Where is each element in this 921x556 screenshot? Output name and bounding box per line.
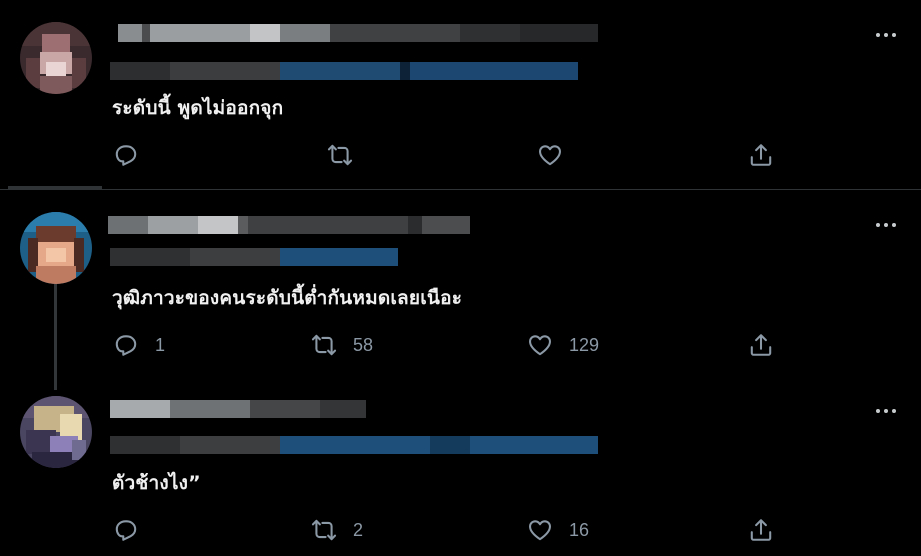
retweet-icon bbox=[311, 519, 337, 541]
share-icon bbox=[750, 334, 772, 356]
share-button[interactable] bbox=[748, 142, 774, 168]
retweet-button[interactable] bbox=[327, 142, 353, 168]
reply-to-blurred[interactable] bbox=[110, 248, 398, 266]
like-icon bbox=[529, 520, 551, 541]
more-icon bbox=[876, 33, 880, 37]
tweet-2[interactable]: วุฒิภาวะของคนระดับนี้ต่ำกันหมดเลยเนือะ 1… bbox=[0, 190, 921, 390]
reply-to-blurred[interactable] bbox=[110, 62, 578, 80]
more-options-button[interactable] bbox=[873, 28, 899, 42]
like-button[interactable]: 16 bbox=[527, 517, 589, 543]
reply-icon bbox=[115, 335, 137, 356]
author-name-blurred[interactable] bbox=[118, 24, 598, 42]
tweet-text: วุฒิภาวะของคนระดับนี้ต่ำกันหมดเลยเนือะ bbox=[112, 287, 463, 309]
retweet-button[interactable]: 2 bbox=[311, 517, 363, 543]
share-button[interactable] bbox=[748, 517, 774, 543]
avatar[interactable] bbox=[20, 212, 92, 284]
reply-icon bbox=[115, 520, 137, 541]
reply-icon bbox=[115, 145, 137, 166]
share-icon bbox=[750, 144, 772, 166]
like-button[interactable] bbox=[537, 142, 563, 168]
tweet-text: ระดับนี้ พูดไม่ออกจุก bbox=[112, 97, 284, 119]
retweet-button[interactable]: 58 bbox=[311, 332, 373, 358]
share-icon bbox=[750, 519, 772, 541]
avatar[interactable] bbox=[20, 22, 92, 94]
tweet-text: ตัวช้างไง” bbox=[112, 472, 201, 494]
share-button[interactable] bbox=[748, 332, 774, 358]
like-icon bbox=[529, 335, 551, 356]
author-name-blurred[interactable] bbox=[108, 216, 470, 234]
author-name-blurred[interactable] bbox=[110, 400, 366, 418]
more-icon bbox=[876, 223, 880, 227]
more-options-button[interactable] bbox=[873, 404, 899, 418]
tweet-3[interactable]: ตัวช้างไง” 2 16 bbox=[0, 378, 921, 556]
retweet-count: 2 bbox=[353, 519, 364, 540]
reply-button[interactable] bbox=[113, 142, 139, 168]
more-options-button[interactable] bbox=[873, 218, 899, 232]
like-count: 129 bbox=[569, 334, 600, 355]
reply-button[interactable]: 1 bbox=[113, 332, 165, 358]
like-button[interactable]: 129 bbox=[527, 332, 599, 358]
like-count: 16 bbox=[569, 519, 590, 540]
reply-to-blurred[interactable] bbox=[110, 436, 598, 454]
reply-button[interactable] bbox=[113, 517, 139, 543]
avatar[interactable] bbox=[20, 396, 92, 468]
reply-count: 1 bbox=[155, 334, 166, 355]
retweet-icon bbox=[311, 334, 337, 356]
retweet-icon bbox=[327, 144, 353, 166]
like-icon bbox=[539, 145, 561, 166]
more-icon bbox=[876, 409, 880, 413]
tweet-1[interactable]: ระดับนี้ พูดไม่ออกจุก bbox=[0, 0, 921, 188]
retweet-count: 58 bbox=[353, 334, 374, 355]
